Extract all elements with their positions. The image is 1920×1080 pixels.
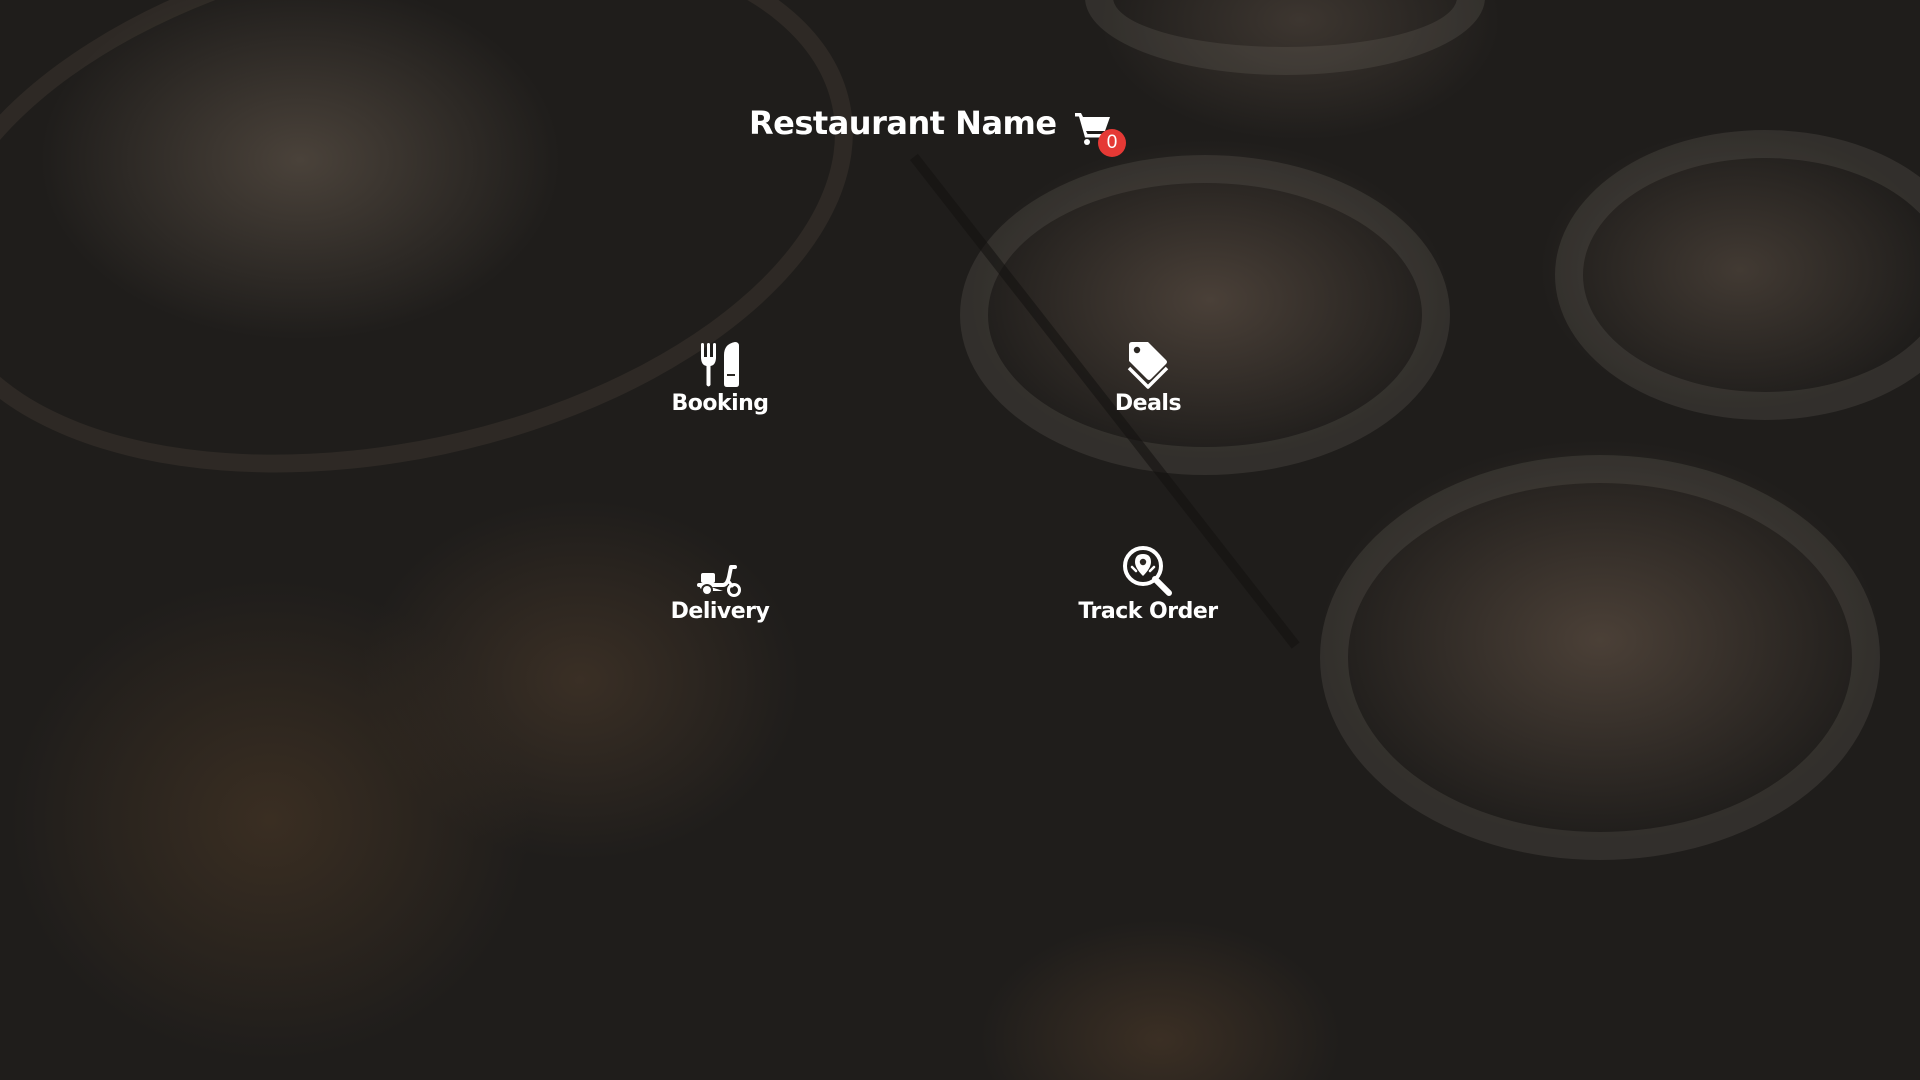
background-basket	[0, 0, 904, 553]
deals-label: Deals	[1114, 391, 1182, 416]
track-order-button[interactable]: Track Order	[1028, 543, 1268, 643]
restaurant-name: Restaurant Name	[749, 104, 1057, 142]
booking-label: Booking	[671, 391, 769, 416]
deals-button[interactable]: Deals	[1028, 335, 1268, 435]
price-tag-icon	[1121, 335, 1175, 389]
track-order-label: Track Order	[1078, 599, 1218, 624]
background-bowl	[1320, 455, 1880, 860]
background-bowl	[1555, 130, 1920, 420]
delivery-label: Delivery	[670, 599, 770, 624]
fork-knife-icon	[693, 335, 747, 389]
booking-button[interactable]: Booking	[600, 335, 840, 435]
location-search-icon	[1121, 543, 1175, 597]
delivery-button[interactable]: Delivery	[600, 543, 840, 643]
scooter-icon	[693, 543, 747, 597]
cart-button[interactable]: 0	[1074, 108, 1126, 160]
cart-count-badge: 0	[1098, 129, 1126, 157]
app-screen: Restaurant Name 0 Booking Deals Delivery…	[0, 0, 1920, 1080]
background-bowl	[1085, 0, 1485, 75]
